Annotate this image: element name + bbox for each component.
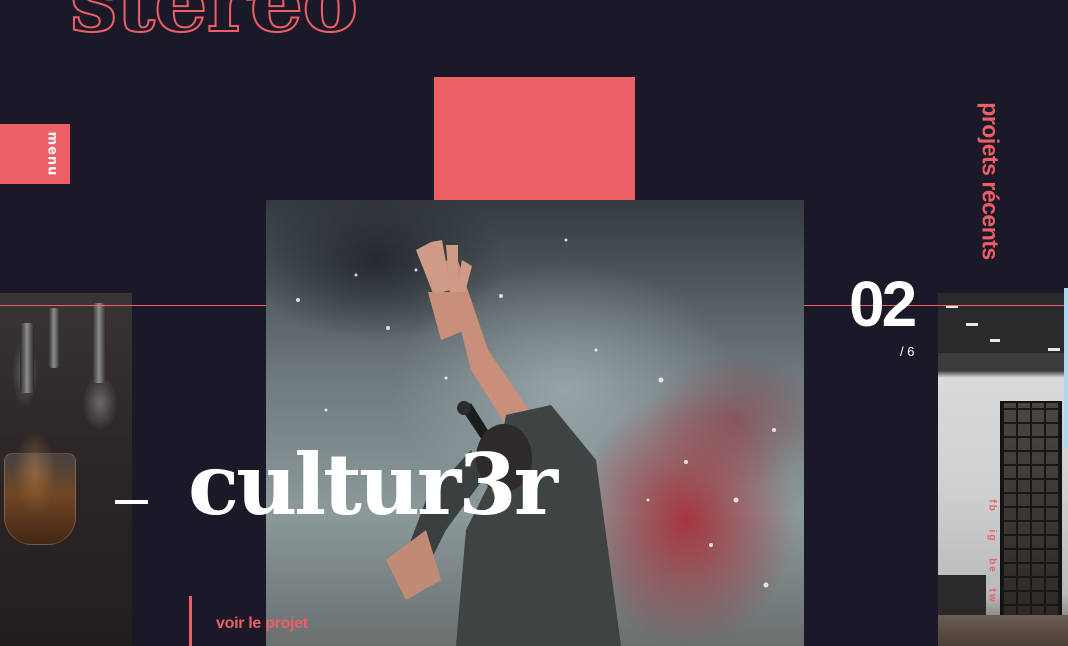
project-total: / 6 xyxy=(900,344,915,359)
wine-rack-image-detail xyxy=(1000,401,1062,646)
project-title[interactable]: cultur3r xyxy=(188,443,558,527)
floor-image-detail xyxy=(938,615,1068,646)
cabinet-image-detail xyxy=(938,575,986,617)
brand-logo[interactable]: stereo xyxy=(69,0,359,45)
view-project-link[interactable]: voir le projet xyxy=(216,615,308,633)
social-link-ig[interactable]: ig xyxy=(987,530,998,543)
previous-project-preview[interactable] xyxy=(0,293,132,646)
beer-tap-image-detail xyxy=(48,308,60,368)
social-link-be[interactable]: be xyxy=(987,558,998,574)
scroll-indicator[interactable] xyxy=(1064,288,1068,448)
project-index: 02 xyxy=(849,268,917,340)
section-title: projets récents xyxy=(977,102,1004,260)
next-project-preview[interactable] xyxy=(938,293,1068,646)
page: stereo menu cultur3r voir le projet 02 /… xyxy=(0,0,1068,646)
project-hero-image[interactable] xyxy=(266,200,804,646)
menu-label: menu xyxy=(44,131,60,177)
menu-button[interactable]: menu xyxy=(0,124,70,184)
beer-glass-image-detail xyxy=(4,453,76,545)
beer-tap-image-detail xyxy=(92,303,106,383)
social-link-tw[interactable]: tw xyxy=(987,588,998,603)
performer-illustration xyxy=(296,238,776,646)
social-link-fb[interactable]: fb xyxy=(987,499,998,512)
beer-tap-image-detail xyxy=(20,323,34,393)
title-dash xyxy=(115,500,148,504)
view-link-rule xyxy=(189,596,192,646)
accent-block xyxy=(434,77,635,201)
